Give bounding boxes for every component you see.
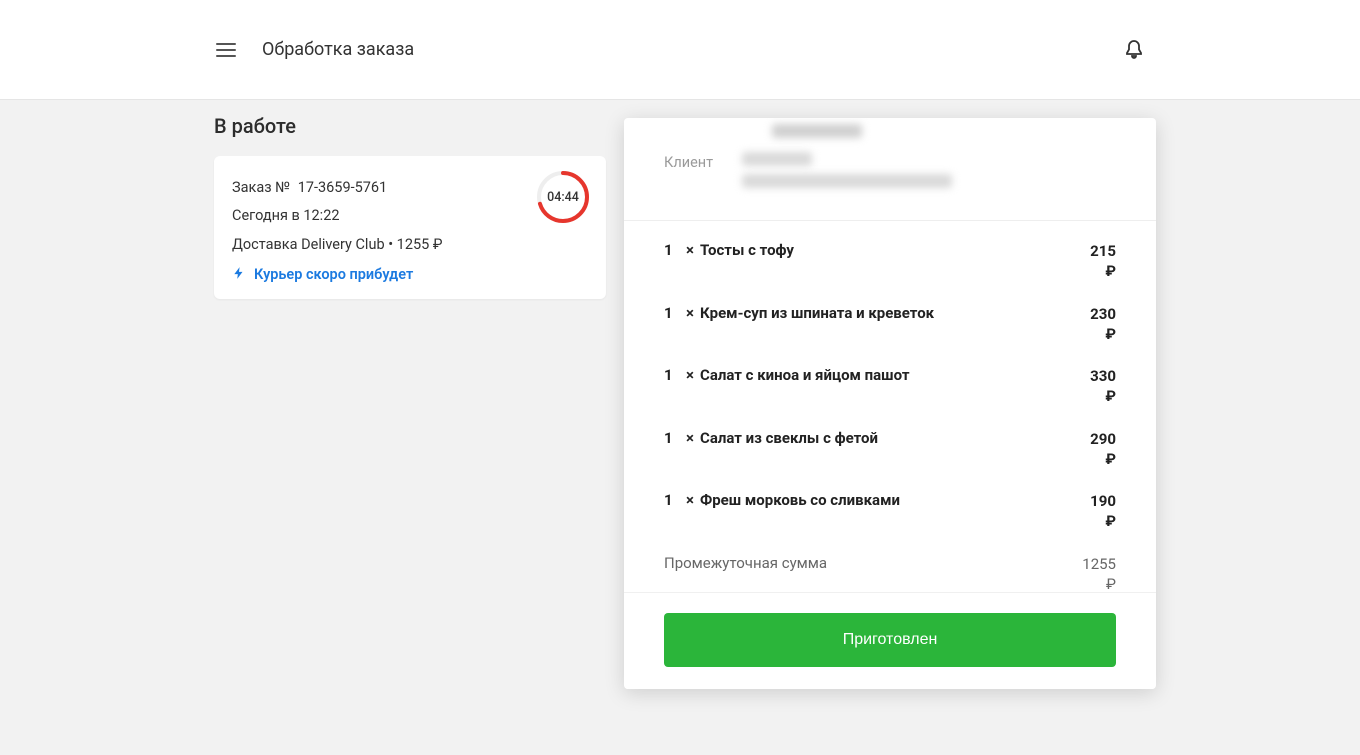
item-name: Крем-суп из шпината и креветок xyxy=(700,304,1068,322)
item-price: 230₽ xyxy=(1068,304,1116,345)
header-left: Обработка заказа xyxy=(214,38,414,62)
client-block: Клиент xyxy=(624,118,1156,221)
item-multiply: × xyxy=(680,429,700,447)
item-name: Фреш морковь со сливками xyxy=(700,491,1068,509)
status-heading: В работе xyxy=(214,114,600,138)
item-qty: 1 xyxy=(664,241,680,259)
bell-icon[interactable] xyxy=(1122,38,1146,62)
courier-status-line: Курьер скоро прибудет xyxy=(232,265,588,285)
menu-icon[interactable] xyxy=(214,38,238,62)
order-card[interactable]: Заказ № 17-3659-5761 Сегодня в 12:22 Дос… xyxy=(214,156,606,299)
item-price: 330₽ xyxy=(1068,366,1116,407)
app-header: Обработка заказа xyxy=(0,0,1360,100)
items-block: 1×Тосты с тофу215₽1×Крем-суп из шпината … xyxy=(624,221,1156,592)
lightning-icon xyxy=(232,265,246,285)
item-name: Салат из свеклы с фетой xyxy=(700,429,1068,447)
order-delivery-line: Доставка Delivery Club • 1255 ₽ xyxy=(232,231,588,259)
order-detail-panel: Клиент 1×Тосты с тофу215₽1×Крем-суп из ш… xyxy=(624,118,1156,689)
ready-button[interactable]: Приготовлен xyxy=(664,613,1116,667)
item-name: Салат с киноа и яйцом пашот xyxy=(700,366,1068,384)
item-qty: 1 xyxy=(664,366,680,384)
left-column: В работе Заказ № 17-3659-5761 Сегодня в … xyxy=(0,114,600,755)
item-price: 290₽ xyxy=(1068,429,1116,470)
item-price: 190₽ xyxy=(1068,491,1116,532)
client-label: Клиент xyxy=(664,152,720,171)
redacted-line xyxy=(742,174,952,188)
order-item-row: 1×Салат с киноа и яйцом пашот330₽ xyxy=(664,366,1116,407)
order-item-row: 1×Тосты с тофу215₽ xyxy=(664,241,1116,282)
order-item-row: 1×Салат из свеклы с фетой290₽ xyxy=(664,429,1116,470)
item-qty: 1 xyxy=(664,304,680,322)
courier-status-text: Курьер скоро прибудет xyxy=(254,266,413,283)
redacted-line xyxy=(742,152,812,166)
item-multiply: × xyxy=(680,491,700,509)
order-item-row: 1×Фреш морковь со сливками190₽ xyxy=(664,491,1116,532)
panel-footer: Приготовлен xyxy=(624,592,1156,689)
panel-scroll[interactable]: Клиент 1×Тосты с тофу215₽1×Крем-суп из ш… xyxy=(624,118,1156,592)
page-title: Обработка заказа xyxy=(262,39,414,60)
item-name: Тосты с тофу xyxy=(700,241,1068,259)
order-number: 17-3659-5761 xyxy=(298,179,388,196)
item-multiply: × xyxy=(680,241,700,259)
main-area: В работе Заказ № 17-3659-5761 Сегодня в … xyxy=(0,100,1360,755)
subtotal-label: Промежуточная сумма xyxy=(664,554,827,593)
item-price: 215₽ xyxy=(1068,241,1116,282)
redacted-line xyxy=(772,124,862,138)
item-qty: 1 xyxy=(664,491,680,509)
order-item-row: 1×Крем-суп из шпината и креветок230₽ xyxy=(664,304,1116,345)
timer: 04:44 xyxy=(536,170,590,224)
timer-text: 04:44 xyxy=(536,170,590,224)
item-multiply: × xyxy=(680,366,700,384)
order-info: Заказ № 17-3659-5761 Сегодня в 12:22 Дос… xyxy=(232,174,588,259)
subtotal-row: Промежуточная сумма 1255 ₽ xyxy=(664,554,1116,593)
order-number-label: Заказ № xyxy=(232,179,290,196)
item-qty: 1 xyxy=(664,429,680,447)
item-multiply: × xyxy=(680,304,700,322)
subtotal-value: 1255 ₽ xyxy=(1082,554,1116,593)
order-datetime: Сегодня в 12:22 xyxy=(232,202,588,230)
